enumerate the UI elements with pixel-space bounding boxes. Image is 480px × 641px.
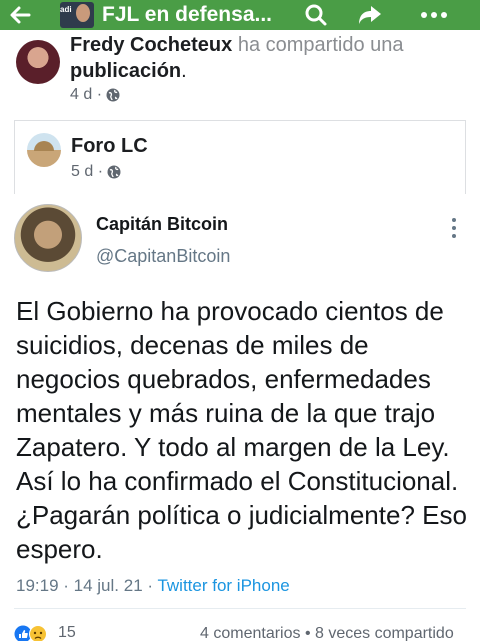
post-action: ha compartido una bbox=[232, 34, 404, 56]
app-bar: adi FJL en defensa... bbox=[0, 0, 480, 30]
engagement-summary[interactable]: 4 comentarios • 8 veces compartido bbox=[200, 625, 454, 641]
post-time[interactable]: 4 d · bbox=[70, 86, 102, 104]
tweet-source: Twitter for iPhone bbox=[157, 576, 290, 595]
thumbnail-face bbox=[76, 4, 90, 22]
globe-icon bbox=[107, 165, 121, 179]
thumbnail-text: adi bbox=[60, 5, 72, 14]
share-button[interactable] bbox=[350, 0, 390, 30]
tweet-handle: @CapitanBitcoin bbox=[96, 246, 231, 266]
search-icon bbox=[305, 4, 327, 26]
building-icon bbox=[34, 141, 54, 151]
more-button[interactable] bbox=[414, 0, 454, 30]
shared-line: Fredy Cocheteux ha compartido una public… bbox=[70, 32, 470, 84]
like-icon bbox=[14, 625, 32, 641]
page-avatar[interactable] bbox=[27, 133, 61, 167]
group-title[interactable]: FJL en defensa... bbox=[102, 3, 280, 27]
tweet-footer: 19:19 · 14 jul. 21 · Twitter for iPhone bbox=[16, 576, 290, 596]
reaction-icons[interactable] bbox=[14, 625, 54, 641]
globe-icon bbox=[106, 88, 120, 102]
reaction-count[interactable]: 15 bbox=[58, 624, 76, 641]
sad-icon bbox=[29, 625, 47, 641]
reactions-bar: 15 4 comentarios • 8 veces compartido bbox=[0, 622, 480, 641]
tweet-name: Capitán Bitcoin bbox=[96, 214, 229, 234]
search-button[interactable] bbox=[296, 0, 336, 30]
kebab-icon bbox=[452, 218, 456, 238]
shared-time[interactable]: 5 d · bbox=[71, 163, 103, 181]
tweet-embed[interactable]: Capitán Bitcoin @CapitanBitcoin El Gobie… bbox=[0, 194, 480, 614]
post-author[interactable]: Fredy Cocheteux bbox=[70, 34, 232, 56]
post-object-suffix: . bbox=[181, 60, 187, 82]
tweet-avatar bbox=[14, 204, 82, 272]
back-button[interactable] bbox=[0, 0, 40, 30]
post-meta: 4 d · bbox=[70, 86, 120, 104]
tweet-text: El Gobierno ha provocado cientos de suic… bbox=[16, 296, 467, 564]
shared-meta: 5 d · bbox=[71, 163, 121, 181]
tweet-timestamp: 19:19 · 14 jul. 21 · bbox=[16, 576, 158, 595]
post-header: Fredy Cocheteux ha compartido una public… bbox=[0, 30, 480, 110]
more-icon bbox=[421, 12, 447, 18]
group-thumbnail[interactable]: adi bbox=[60, 2, 94, 28]
shared-post-card[interactable]: Foro LC 5 d · bbox=[14, 120, 466, 194]
tweet-divider bbox=[14, 608, 466, 609]
page-name[interactable]: Foro LC bbox=[71, 135, 148, 158]
post-object[interactable]: publicación bbox=[70, 60, 181, 82]
share-icon bbox=[359, 6, 381, 24]
avatar[interactable] bbox=[16, 40, 60, 84]
back-arrow-icon bbox=[10, 6, 31, 24]
